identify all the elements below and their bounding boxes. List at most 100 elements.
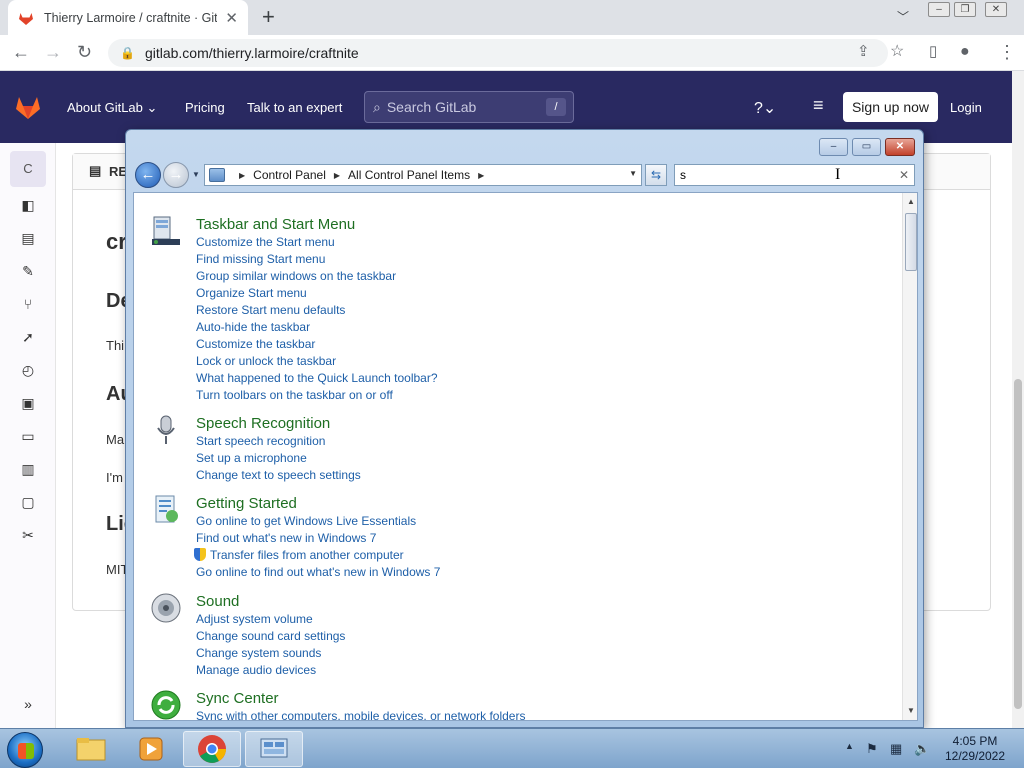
project-overview-icon[interactable]: ◧ bbox=[20, 197, 36, 213]
task-link[interactable]: Start speech recognition bbox=[196, 433, 361, 450]
volume-icon[interactable]: 🔈 bbox=[914, 741, 930, 757]
task-link[interactable]: Change text to speech settings bbox=[196, 467, 361, 484]
browser-minimize-button[interactable]: – bbox=[928, 2, 950, 17]
issues-icon[interactable]: ✎ bbox=[20, 263, 36, 279]
task-link[interactable]: Change sound card settings bbox=[196, 628, 345, 645]
repository-icon[interactable]: ▤ bbox=[20, 230, 36, 246]
recent-pages-dropdown-icon[interactable]: ▼ bbox=[192, 170, 200, 179]
hamburger-menu-icon[interactable]: ≡ bbox=[813, 95, 824, 116]
share-icon[interactable]: ⇪ bbox=[857, 42, 870, 62]
task-link[interactable]: Auto-hide the taskbar bbox=[196, 319, 438, 336]
task-link[interactable]: Lock or unlock the taskbar bbox=[196, 353, 438, 370]
breadcrumb-control-panel[interactable]: Control Panel bbox=[253, 168, 326, 182]
category-title[interactable]: Speech Recognition bbox=[196, 414, 361, 433]
scroll-down-arrow-icon[interactable]: ▼ bbox=[907, 706, 915, 715]
task-link[interactable]: Change system sounds bbox=[196, 645, 345, 662]
breadcrumb-arrow-icon[interactable]: ▶ bbox=[334, 171, 340, 180]
profile-icon[interactable]: ● bbox=[960, 42, 970, 62]
side-panel-icon[interactable]: ▯ bbox=[929, 42, 937, 62]
page-scrollbar[interactable] bbox=[1012, 71, 1024, 728]
task-link[interactable]: Adjust system volume bbox=[196, 611, 345, 628]
pricing-link[interactable]: Pricing bbox=[185, 100, 225, 115]
scroll-up-arrow-icon[interactable]: ▲ bbox=[907, 197, 915, 206]
task-link[interactable]: Customize the Start menu bbox=[196, 234, 438, 251]
browser-close-button[interactable]: ✕ bbox=[985, 2, 1007, 17]
task-link[interactable]: Go online to get Windows Live Essentials bbox=[196, 513, 440, 530]
taskbar-chrome-button[interactable] bbox=[183, 731, 241, 767]
tab-close-icon[interactable]: ✕ bbox=[225, 9, 238, 27]
wiki-icon[interactable]: ▢ bbox=[20, 494, 36, 510]
task-link[interactable]: Organize Start menu bbox=[196, 285, 438, 302]
cp-search-input[interactable]: s ✕ bbox=[674, 164, 915, 186]
snippets-scissors-icon[interactable]: ✂ bbox=[20, 527, 36, 543]
breadcrumb-arrow-icon[interactable]: ▶ bbox=[478, 171, 484, 180]
reload-icon[interactable]: ↻ bbox=[77, 42, 92, 62]
bookmark-star-icon[interactable]: ☆ bbox=[890, 42, 904, 62]
address-dropdown-icon[interactable]: ▼ bbox=[629, 169, 637, 178]
clear-search-icon[interactable]: ✕ bbox=[899, 168, 909, 182]
breadcrumb-all-items[interactable]: All Control Panel Items bbox=[348, 168, 470, 182]
browser-menu-icon[interactable]: ⋮ bbox=[998, 42, 1016, 62]
taskbar-control-panel-button[interactable] bbox=[245, 731, 303, 767]
task-link[interactable]: Customize the taskbar bbox=[196, 336, 438, 353]
taskbar-media-player-button[interactable] bbox=[122, 731, 180, 767]
forward-button[interactable]: → bbox=[163, 162, 189, 188]
refresh-button[interactable]: ⇆ bbox=[645, 164, 667, 186]
expand-sidebar-icon[interactable]: » bbox=[20, 696, 36, 712]
task-link[interactable]: Find out what's new in Windows 7 bbox=[196, 530, 440, 547]
help-icon[interactable]: ?⌄ bbox=[754, 98, 776, 118]
page-scrollbar-thumb[interactable] bbox=[1014, 379, 1022, 709]
project-avatar[interactable]: C bbox=[10, 151, 46, 187]
task-link[interactable]: Set up a microphone bbox=[196, 450, 361, 467]
cp-scrollbar-thumb[interactable] bbox=[905, 213, 917, 271]
task-link[interactable]: Find missing Start menu bbox=[196, 251, 438, 268]
task-link[interactable]: Manage audio devices bbox=[196, 662, 345, 679]
merge-requests-icon[interactable]: ⑂ bbox=[20, 296, 36, 312]
windows-taskbar: ▲ ⚑ ▦ 🔈 4:05 PM 12/29/2022 bbox=[0, 728, 1024, 768]
task-link[interactable]: What happened to the Quick Launch toolba… bbox=[196, 370, 438, 387]
cp-maximize-button[interactable]: ▭ bbox=[852, 138, 881, 156]
monitor-icon[interactable]: ▭ bbox=[20, 428, 36, 444]
back-arrow-icon[interactable]: ← bbox=[12, 42, 30, 62]
task-link[interactable]: Restore Start menu defaults bbox=[196, 302, 438, 319]
show-hidden-icons-icon[interactable]: ▲ bbox=[845, 741, 854, 751]
system-clock[interactable]: 4:05 PM 12/29/2022 bbox=[935, 734, 1015, 764]
about-gitlab-link[interactable]: About GitLab ⌄ bbox=[67, 100, 157, 116]
login-link[interactable]: Login bbox=[950, 100, 982, 115]
cp-close-button[interactable]: ✕ bbox=[885, 138, 915, 156]
gitlab-logo-icon[interactable] bbox=[14, 93, 42, 121]
start-button[interactable] bbox=[7, 732, 43, 768]
action-center-icon[interactable]: ⚑ bbox=[866, 741, 878, 757]
task-link[interactable]: Sync with other computers, mobile device… bbox=[196, 708, 525, 720]
ci-cd-rocket-icon[interactable]: ➚ bbox=[20, 329, 36, 345]
category-title[interactable]: Taskbar and Start Menu bbox=[196, 215, 438, 234]
address-bar[interactable]: 🔒 gitlab.com/thierry.larmoire/craftnite bbox=[108, 39, 888, 67]
breadcrumb-arrow-icon[interactable]: ▶ bbox=[239, 171, 245, 180]
browser-restore-button[interactable]: ❐ bbox=[954, 2, 976, 17]
forward-arrow-icon[interactable]: → bbox=[44, 42, 62, 62]
back-button[interactable]: ← bbox=[135, 162, 161, 188]
tab-search-chevron-icon[interactable]: ﹀ bbox=[897, 8, 909, 25]
task-link[interactable]: Group similar windows on the taskbar bbox=[196, 268, 438, 285]
packages-icon[interactable]: ▣ bbox=[20, 395, 36, 411]
taskbar-explorer-button[interactable] bbox=[62, 731, 120, 767]
network-icon[interactable]: ▦ bbox=[890, 741, 902, 757]
cp-scrollbar[interactable]: ▲ ▼ bbox=[902, 193, 917, 720]
browser-tabstrip: Thierry Larmoire / craftnite · GitL ✕ + … bbox=[0, 0, 1024, 35]
gitlab-search-input[interactable]: ⌕ Search GitLab / bbox=[364, 91, 574, 123]
category-title[interactable]: Sync Center bbox=[196, 689, 525, 708]
cp-minimize-button[interactable]: – bbox=[819, 138, 848, 156]
analytics-icon[interactable]: ▥ bbox=[20, 461, 36, 477]
deployments-icon[interactable]: ◴ bbox=[20, 362, 36, 378]
cp-address-bar[interactable]: ▶ Control Panel ▶ All Control Panel Item… bbox=[204, 164, 642, 186]
new-tab-button[interactable]: + bbox=[262, 6, 275, 28]
talk-to-expert-link[interactable]: Talk to an expert bbox=[247, 100, 342, 115]
getting-started-icon bbox=[155, 495, 178, 523]
task-link-admin[interactable]: Transfer files from another computer bbox=[194, 547, 440, 564]
task-link[interactable]: Turn toolbars on the taskbar on or off bbox=[196, 387, 438, 404]
category-title[interactable]: Sound bbox=[196, 592, 345, 611]
task-link[interactable]: Go online to find out what's new in Wind… bbox=[196, 564, 440, 581]
browser-tab[interactable]: Thierry Larmoire / craftnite · GitL ✕ bbox=[8, 0, 248, 35]
sign-up-button[interactable]: Sign up now bbox=[843, 92, 938, 122]
category-title[interactable]: Getting Started bbox=[196, 494, 440, 513]
